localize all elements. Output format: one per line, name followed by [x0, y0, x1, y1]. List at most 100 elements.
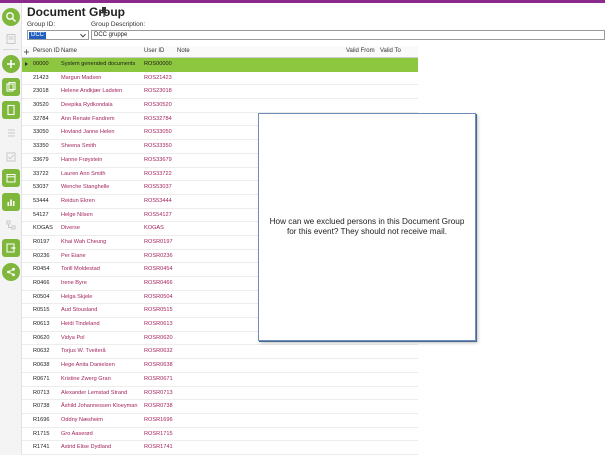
cell-user-id: ROS53444	[144, 197, 172, 204]
cell-name: Margun Madsen	[61, 74, 102, 81]
table-row[interactable]: 21423 Margun Madsen ROS21423	[22, 72, 418, 86]
copy-icon	[6, 82, 16, 92]
table-row[interactable]: 30520 Deepika Rydkondala ROS30520	[22, 99, 418, 113]
copy-button[interactable]	[2, 78, 20, 96]
cell-person-id: R0197	[33, 238, 50, 245]
cell-user-id: ROS33679	[144, 156, 172, 163]
cell-name: Per Eiane	[61, 252, 86, 259]
cell-person-id: 33050	[33, 129, 49, 136]
cell-user-id: ROSR0613	[144, 321, 173, 328]
cell-person-id: 54127	[33, 211, 49, 218]
column-header-person-id[interactable]: Person ID	[33, 48, 60, 54]
table-row[interactable]: R0632 Torjus W. Tveiterå ROSR0632	[22, 345, 418, 360]
calendar-button[interactable]	[2, 169, 20, 187]
cell-person-id: R0613	[33, 321, 50, 328]
cell-name: Aud Stousland	[61, 307, 98, 314]
list-icon	[4, 127, 18, 139]
cell-user-id: ROSR1696	[144, 416, 173, 423]
cell-name: Helga Skjele	[61, 293, 93, 300]
grid-header: Person ID Name User ID Note Valid From V…	[22, 46, 418, 58]
document-button[interactable]	[2, 101, 20, 119]
cell-person-id: 23018	[33, 88, 49, 95]
cell-user-id: ROS33350	[144, 143, 172, 150]
chart-button[interactable]	[2, 193, 20, 211]
cell-user-id: ROSR0515	[144, 307, 173, 314]
cell-user-id: ROS30520	[144, 102, 172, 109]
cell-person-id: R0515	[33, 307, 50, 314]
cell-name: Reidun Ekren	[61, 197, 95, 204]
table-row[interactable]: R1715 Gro Aaserød ROSR1715	[22, 428, 418, 442]
cell-person-id: R0504	[33, 293, 50, 300]
calendar-icon	[6, 174, 16, 183]
cell-name: Wenche Stanghelle	[61, 184, 110, 191]
top-accent-bar	[0, 0, 605, 3]
table-row[interactable]: R0713 Alexander Lemstad Strand ROSR0713	[22, 387, 418, 401]
share-button[interactable]	[2, 263, 20, 281]
group-id-dropdown[interactable]: DCC	[27, 30, 89, 40]
pin-icon[interactable]	[99, 6, 109, 18]
group-id-label: Group ID:	[27, 21, 56, 28]
cell-user-id: ROSR0620	[144, 334, 173, 341]
column-header-valid-from[interactable]: Valid From	[346, 48, 375, 54]
search-button[interactable]	[2, 8, 20, 26]
group-description-field[interactable]: DCC gruppe	[91, 30, 605, 40]
left-toolbar	[0, 3, 22, 455]
cell-name: Diverse	[61, 225, 80, 232]
cell-user-id: ROS32784	[144, 115, 172, 122]
note-box: How can we exclued persons in this Docum…	[258, 113, 476, 341]
cell-user-id: ROS21423	[144, 74, 172, 81]
cell-user-id: ROSR1715	[144, 430, 173, 437]
cell-name: Hanne Frøystein	[61, 156, 103, 163]
add-row-icon[interactable]	[23, 46, 30, 58]
cell-person-id: 21423	[33, 74, 49, 81]
column-header-user-id[interactable]: User ID	[144, 48, 164, 54]
cell-name: Ann Renate Fandrem	[61, 115, 115, 122]
cell-name: Torill Moldestad	[61, 266, 100, 273]
cell-user-id: ROSR0738	[144, 403, 173, 410]
export-button[interactable]	[2, 239, 20, 257]
cell-person-id: R0671	[33, 375, 50, 382]
cell-user-id: ROSR0504	[144, 293, 173, 300]
table-row[interactable]: R0638 Hege Anita Danielsen ROSR0638	[22, 359, 418, 373]
table-row[interactable]: R0671 Kristine Zwerg Gran ROSR0671	[22, 373, 418, 387]
cell-name: Astrid Elise Dydland	[61, 444, 112, 451]
page-title: Document Group	[27, 5, 125, 19]
column-header-valid-to[interactable]: Valid To	[380, 48, 401, 54]
cell-name: Oddny Næsheim	[61, 416, 103, 423]
group-description-label: Group Description:	[91, 21, 146, 28]
table-row[interactable]: R1696 Oddny Næsheim ROSR1696	[22, 414, 418, 428]
row-indicator-icon	[25, 62, 28, 66]
cell-person-id: 30520	[33, 102, 49, 109]
column-header-note[interactable]: Note	[177, 48, 190, 54]
app-window: Document Group Group ID: Group Descripti…	[0, 0, 605, 455]
cell-user-id: ROSR0454	[144, 266, 173, 273]
search-icon	[6, 12, 16, 22]
add-icon	[7, 60, 15, 68]
chart-icon	[7, 199, 15, 206]
tree-icon	[4, 219, 18, 231]
cell-name: Vidya Pol	[61, 334, 85, 341]
cell-user-id: ROS33722	[144, 170, 172, 177]
cell-name: Sheena Smith	[61, 143, 97, 150]
cell-person-id: R0236	[33, 252, 50, 259]
cell-person-id: KOGAS	[33, 225, 53, 232]
column-header-name[interactable]: Name	[61, 48, 77, 54]
cell-person-id: R0738	[33, 403, 50, 410]
cell-name: Deepika Rydkondala	[61, 102, 113, 109]
cell-name: Alexander Lemstad Strand	[61, 389, 128, 396]
cell-person-id: 33350	[33, 143, 49, 150]
cell-name: Hege Anita Danielsen	[61, 362, 115, 369]
cell-person-id: R0466	[33, 280, 50, 286]
table-row[interactable]: 23018 Helene Andkjær Ladsten ROS23018	[22, 85, 418, 100]
cell-person-id: R0454	[33, 266, 50, 273]
add-button[interactable]	[2, 55, 20, 73]
cell-person-id: R1696	[33, 416, 50, 423]
form-icon-disabled	[4, 33, 18, 45]
cell-name: Helene Andkjær Ladsten	[61, 88, 123, 95]
cell-name: Åshild Johannessen Kloeyman	[61, 403, 138, 410]
table-row[interactable]: R0738 Åshild Johannessen Kloeyman ROSR0738	[22, 400, 418, 414]
table-row[interactable]: 00000 System generated documents ROS00000	[22, 58, 418, 72]
cell-person-id: 53037	[33, 184, 49, 191]
table-row[interactable]: R1741 Astrid Elise Dydland ROSR1741	[22, 441, 418, 455]
cell-user-id: ROSR0236	[144, 252, 173, 259]
